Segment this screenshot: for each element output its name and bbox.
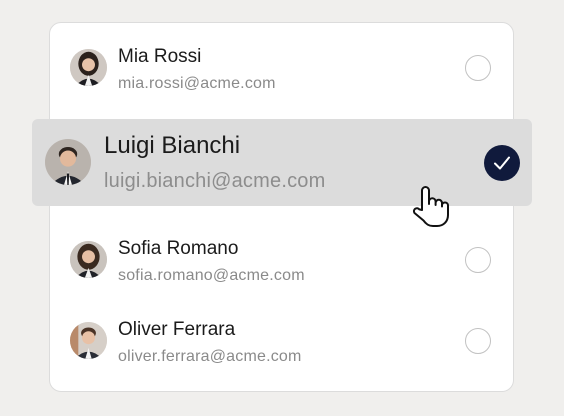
contact-row-luigi-bianchi[interactable]: Luigi Bianchi luigi.bianchi@acme.com: [32, 119, 532, 206]
select-radio[interactable]: [465, 328, 491, 354]
contact-row-sofia-romano[interactable]: Sofia Romano sofia.romano@acme.com: [49, 217, 514, 297]
contact-email: luigi.bianchi@acme.com: [104, 170, 326, 192]
contact-name: Luigi Bianchi: [104, 132, 241, 159]
avatar: [70, 241, 107, 278]
contact-row-mia-rossi[interactable]: Mia Rossi mia.rossi@acme.com: [49, 25, 514, 105]
contact-name: Oliver Ferrara: [118, 319, 236, 340]
contact-name: Sofia Romano: [118, 238, 239, 259]
contact-email: oliver.ferrara@acme.com: [118, 348, 302, 365]
contact-email: sofia.romano@acme.com: [118, 267, 305, 284]
contact-row-oliver-ferrara[interactable]: Oliver Ferrara oliver.ferrara@acme.com: [49, 298, 514, 378]
contact-name: Mia Rossi: [118, 46, 202, 67]
avatar: [45, 139, 91, 185]
avatar: [70, 322, 107, 359]
avatar: [70, 49, 107, 86]
select-radio[interactable]: [465, 247, 491, 273]
hand-pointer-icon: [412, 186, 449, 227]
check-icon: [494, 156, 510, 170]
select-radio-checked[interactable]: [484, 145, 520, 181]
contact-email: mia.rossi@acme.com: [118, 75, 276, 92]
select-radio[interactable]: [465, 55, 491, 81]
